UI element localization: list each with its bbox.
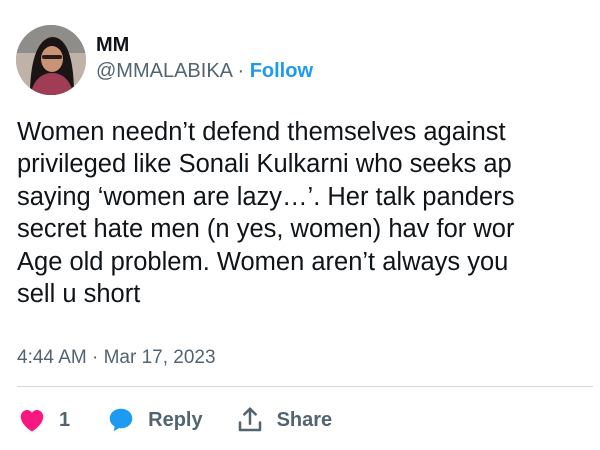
tweet-card: MM @MMALABIKA · Follow Women needn’t def… (0, 0, 600, 450)
avatar[interactable] (16, 25, 86, 95)
user-handle[interactable]: @MMALABIKA (96, 60, 232, 82)
action-bar: 1 Reply Share (17, 402, 364, 438)
display-name[interactable]: MM (96, 32, 313, 58)
reply-label: Reply (148, 408, 203, 431)
user-names: MM @MMALABIKA · Follow (96, 32, 313, 84)
tweet-timestamp[interactable]: 4:44 AM · Mar 17, 2023 (17, 344, 216, 372)
tweet-line: sell u short (17, 280, 141, 309)
handle-line: @MMALABIKA · Follow (96, 58, 313, 84)
share-button[interactable]: Share (235, 405, 333, 435)
reply-button[interactable]: Reply (106, 405, 203, 435)
handle-separator: · (231, 60, 250, 82)
share-label: Share (276, 408, 333, 431)
follow-button[interactable]: Follow (250, 60, 313, 82)
divider (17, 386, 593, 387)
tweet-line: secret hate men (n yes, women) hav for w… (17, 215, 515, 244)
tweet-header: MM @MMALABIKA · Follow (16, 22, 313, 98)
tweet-line: privileged like Sonali Kulkarni who seek… (17, 150, 512, 179)
like-button[interactable]: 1 (17, 405, 70, 435)
tweet-line: Age old problem. Women aren’t always you (17, 247, 509, 276)
tweet-text: Women needn’t defend themselves against … (17, 116, 600, 310)
tweet-line: saying ‘women are lazy…’. Her talk pande… (17, 182, 515, 211)
tweet-line: Women needn’t defend themselves against (17, 118, 506, 146)
like-count: 1 (59, 408, 71, 431)
speech-bubble-icon (106, 405, 136, 435)
upload-share-icon (235, 405, 265, 435)
avatar-image (16, 25, 86, 95)
heart-icon (17, 405, 47, 435)
